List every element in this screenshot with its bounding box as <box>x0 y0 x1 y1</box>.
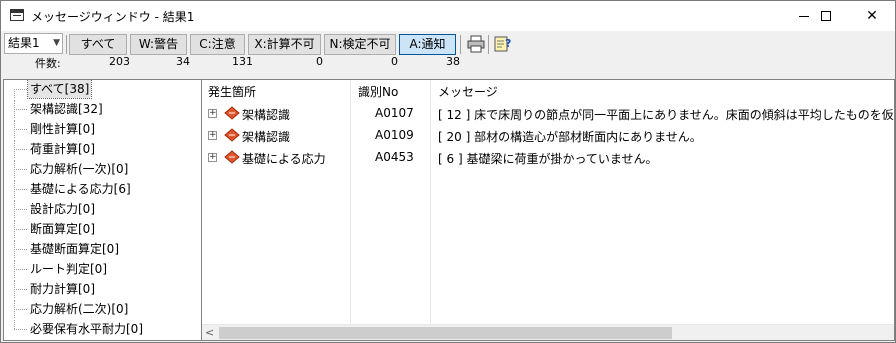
row-code: A0107 <box>375 106 414 120</box>
tree-item-label: 応力解析(一次)[0] <box>30 162 129 176</box>
row-source: 架構認識 <box>242 130 291 144</box>
table-row[interactable]: + 基礎による応力 A0453 [ 6 ] 基礎梁に荷重が掛かっていません。 <box>202 148 894 170</box>
close-button[interactable]: ✕ <box>849 1 895 31</box>
row-source: 架構認識 <box>242 108 291 122</box>
expand-icon[interactable]: + <box>208 109 217 118</box>
row-message: [ 6 ] 基礎梁に荷重が掛かっていません。 <box>438 152 658 166</box>
window-title: メッセージウィンドウ - 結果1 <box>31 10 195 24</box>
tree-item[interactable]: 基礎による応力[6] <box>4 180 201 198</box>
tree-item[interactable]: すべて[38] <box>4 80 201 99</box>
category-tree[interactable]: すべて[38] 架構認識[32] 剛性計算[0] 荷重計算[0] 応力解析(一次… <box>3 79 202 341</box>
horizontal-scrollbar[interactable]: < <box>202 324 894 340</box>
header-source[interactable]: 発生箇所 <box>208 83 256 100</box>
count-all: 203 <box>109 55 130 68</box>
tree-item[interactable]: 剛性計算[0] <box>4 120 201 138</box>
result-select-value: 結果1 <box>8 36 40 50</box>
book-icon <box>224 150 240 164</box>
maximize-icon <box>821 11 831 21</box>
tree-item[interactable]: 設計応力[0] <box>4 200 201 218</box>
row-code: A0109 <box>375 128 414 142</box>
count-calc-impossible: 0 <box>316 55 323 68</box>
tree-item[interactable]: 基礎断面算定[0] <box>4 240 201 258</box>
tree-item-label: 断面算定[0] <box>30 222 95 236</box>
scroll-left-icon[interactable]: < <box>205 326 214 339</box>
tree-item-label: 基礎による応力[6] <box>30 182 131 196</box>
book-icon <box>224 128 240 142</box>
message-grid[interactable]: 発生箇所 識別No メッセージ + 架構認識 A0107 [ 12 ] 床で床周… <box>202 79 895 341</box>
count-notice: 38 <box>446 55 460 68</box>
tree-item-label: 荷重計算[0] <box>30 142 95 156</box>
tree-item[interactable]: 荷重計算[0] <box>4 140 201 158</box>
tree-item[interactable]: ルート判定[0] <box>4 260 201 278</box>
toolbar-separator <box>66 35 67 54</box>
header-message[interactable]: メッセージ <box>438 83 498 100</box>
tree-item-label: 基礎断面算定[0] <box>30 242 119 256</box>
header-code[interactable]: 識別No <box>358 83 398 100</box>
row-message: [ 12 ] 床で床周りの節点が同一平面上にありません。床面の傾斜は平均したもの… <box>438 108 894 122</box>
scrollbar-thumb[interactable] <box>219 327 672 339</box>
tree-item-label: 架構認識[32] <box>30 102 103 116</box>
filter-calc-impossible-button[interactable]: X:計算不可 <box>248 34 321 55</box>
counts-label: 件数: <box>35 57 61 70</box>
toolbar-separator <box>460 35 461 54</box>
filter-all-button[interactable]: すべて <box>69 34 127 55</box>
tree-item[interactable]: 耐力計算[0] <box>4 280 201 298</box>
toolbar-separator <box>488 35 489 54</box>
count-caution: 131 <box>232 55 253 68</box>
filter-warning-button[interactable]: W:警告 <box>130 34 187 55</box>
filter-caution-button[interactable]: C:注意 <box>190 34 245 55</box>
row-message: [ 20 ] 部材の構造心が部材断面内にありません。 <box>438 130 702 144</box>
tree-item-label: 設計応力[0] <box>30 202 95 216</box>
tree-item-label: 耐力計算[0] <box>30 282 95 296</box>
tree-item-label: 剛性計算[0] <box>30 122 95 136</box>
expand-icon[interactable]: + <box>208 153 217 162</box>
tree-item[interactable]: 応力解析(二次)[0] <box>4 300 201 318</box>
table-row[interactable]: + 架構認識 A0107 [ 12 ] 床で床周りの節点が同一平面上にありません… <box>202 104 894 126</box>
expand-icon[interactable]: + <box>208 131 217 140</box>
help-icon[interactable]: ? <box>493 35 513 53</box>
toolbar: 結果1 ▼ すべて W:警告 C:注意 X:計算不可 N:検定不可 A:通知 ? <box>1 32 895 56</box>
chevron-down-icon: ▼ <box>53 38 60 48</box>
tree-item-label: 応力解析(二次)[0] <box>30 302 129 316</box>
counts-row: 件数: 203 34 131 0 0 38 <box>1 55 895 71</box>
count-check-impossible: 0 <box>391 55 398 68</box>
row-code: A0453 <box>375 150 414 164</box>
tree-item-label: すべて[38] <box>26 80 93 99</box>
title-bar[interactable]: メッセージウィンドウ - 結果1 ✕ <box>1 1 895 31</box>
filter-notice-button[interactable]: A:通知 <box>399 34 456 55</box>
tree-item[interactable]: 断面算定[0] <box>4 220 201 238</box>
book-icon <box>224 106 240 120</box>
tree-item[interactable]: 架構認識[32] <box>4 100 201 118</box>
filter-check-impossible-button[interactable]: N:検定不可 <box>324 34 396 55</box>
printer-icon[interactable] <box>466 35 486 53</box>
svg-text:?: ? <box>505 37 511 50</box>
window-icon <box>10 9 24 21</box>
table-row[interactable]: + 架構認識 A0109 [ 20 ] 部材の構造心が部材断面内にありません。 <box>202 126 894 148</box>
tree-item-label: ルート判定[0] <box>30 262 107 276</box>
tree-item[interactable]: 必要保有水平耐力[0] <box>4 320 201 338</box>
tree-item[interactable]: 応力解析(一次)[0] <box>4 160 201 178</box>
row-source: 基礎による応力 <box>242 152 326 166</box>
message-window: メッセージウィンドウ - 結果1 ✕ 結果1 ▼ すべて W:警告 C:注意 X… <box>0 0 896 343</box>
result-select[interactable]: 結果1 ▼ <box>4 33 63 54</box>
maximize-button[interactable] <box>803 1 849 31</box>
count-warning: 34 <box>176 55 190 68</box>
tree-item-label: 必要保有水平耐力[0] <box>30 322 143 336</box>
